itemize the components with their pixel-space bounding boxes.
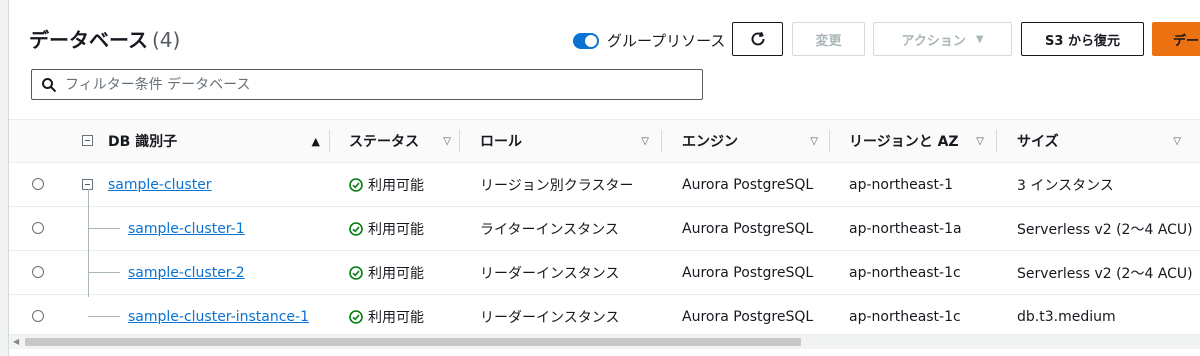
restore-from-s3-button[interactable]: S3 から復元 — [1021, 22, 1144, 56]
collapse-all-icon[interactable] — [82, 135, 93, 146]
search-input[interactable] — [63, 75, 702, 94]
column-label: ロール — [480, 134, 522, 150]
db-identifier-cell: sample-cluster-2 — [128, 251, 245, 294]
column-label: DB 識別子 — [108, 134, 178, 150]
actions-label: アクション — [901, 33, 966, 49]
role-cell: リージョン別クラスター — [480, 177, 634, 194]
region-cell: ap-northeast-1c — [849, 308, 961, 325]
column-label: ステータス — [349, 134, 419, 150]
db-identifier-link[interactable]: sample-cluster-2 — [128, 265, 245, 281]
size-cell: Serverless v2 (2～4 ACU) — [1017, 265, 1193, 282]
table-row[interactable]: sample-cluster-1 利用可能 ライターインスタンス Aurora … — [9, 207, 1200, 251]
sort-icon: ▽ — [1173, 135, 1181, 147]
status-text: 利用可能 — [368, 177, 424, 194]
column-status[interactable]: ステータス ▽ — [349, 120, 459, 162]
db-identifier-link[interactable]: sample-cluster — [108, 177, 212, 193]
db-identifier-link[interactable]: sample-cluster-instance-1 — [128, 309, 309, 325]
status-cell: 利用可能 — [349, 207, 424, 250]
caret-down-icon: ▼ — [975, 33, 984, 45]
horizontal-scrollbar[interactable]: ◀ — [9, 334, 1200, 349]
modify-button[interactable]: 変更 — [792, 22, 865, 56]
engine-cell: Aurora PostgreSQL — [682, 308, 814, 325]
engine-cell: Aurora PostgreSQL — [682, 176, 814, 193]
status-cell: 利用可能 — [349, 295, 424, 338]
column-role[interactable]: ロール ▽ — [480, 120, 657, 162]
role-cell: ライターインスタンス — [480, 221, 619, 238]
databases-table: DB 識別子 ▲ ステータス ▽ ロール ▽ エンジン ▽ リージョンと AZ … — [9, 119, 1200, 339]
db-identifier-link[interactable]: sample-cluster-1 — [128, 221, 245, 237]
status-text: 利用可能 — [368, 265, 424, 282]
column-size[interactable]: サイズ ▽ — [1017, 120, 1189, 162]
check-circle-icon — [349, 265, 363, 280]
databases-panel: データベース (4) グループリソース 変更 アクション ▼ S3 から復元 デー — [8, 0, 1200, 356]
status-cell: 利用可能 — [349, 163, 424, 206]
column-db-identifier[interactable]: DB 識別子 ▲ — [108, 120, 328, 162]
sort-ascending-icon: ▲ — [311, 134, 320, 148]
column-divider[interactable] — [829, 130, 830, 152]
check-circle-icon — [349, 309, 363, 324]
tree-connector — [88, 272, 120, 273]
group-resources-label: グループリソース — [607, 32, 726, 50]
column-engine[interactable]: エンジン ▽ — [682, 120, 826, 162]
column-label: サイズ — [1017, 134, 1059, 150]
toggle-switch[interactable] — [573, 32, 599, 49]
row-select-radio[interactable] — [32, 222, 44, 234]
restore-label: S3 から復元 — [1045, 33, 1120, 49]
engine-cell: Aurora PostgreSQL — [682, 220, 814, 237]
database-count: (4) — [152, 28, 181, 52]
tree-line — [88, 189, 89, 297]
size-cell: db.t3.medium — [1017, 308, 1116, 325]
page-title-text: データベース — [29, 28, 148, 52]
column-divider[interactable] — [459, 130, 460, 152]
refresh-button[interactable] — [732, 22, 783, 56]
create-database-button[interactable]: デー — [1152, 22, 1200, 56]
column-region-az[interactable]: リージョンと AZ ▽ — [849, 120, 992, 162]
region-cell: ap-northeast-1c — [849, 264, 961, 281]
column-label: リージョンと AZ — [849, 134, 959, 150]
check-circle-icon — [349, 177, 363, 192]
role-cell: リーダーインスタンス — [480, 265, 620, 282]
db-identifier-cell: sample-cluster-1 — [128, 207, 245, 250]
column-divider[interactable] — [996, 130, 997, 152]
create-label: デー — [1173, 33, 1200, 49]
db-identifier-cell: sample-cluster-instance-1 — [128, 295, 309, 338]
row-select-radio[interactable] — [32, 266, 44, 278]
size-cell: 3 インスタンス — [1017, 177, 1114, 194]
scroll-left-arrow-icon[interactable]: ◀ — [13, 337, 19, 346]
column-divider[interactable] — [329, 130, 330, 152]
sort-icon: ▽ — [641, 135, 649, 147]
row-select-radio[interactable] — [32, 178, 44, 190]
region-cell: ap-northeast-1a — [849, 220, 962, 237]
db-identifier-cell: sample-cluster — [108, 163, 212, 206]
sort-icon: ▽ — [976, 135, 984, 147]
actions-dropdown[interactable]: アクション ▼ — [873, 22, 1012, 56]
tree-connector — [88, 316, 120, 317]
refresh-icon — [751, 31, 764, 46]
scrollbar-thumb[interactable] — [25, 338, 801, 346]
engine-cell: Aurora PostgreSQL — [682, 264, 814, 281]
search-icon — [42, 77, 57, 92]
table-row[interactable]: sample-cluster 利用可能 リージョン別クラスター Aurora P… — [9, 163, 1200, 207]
status-text: 利用可能 — [368, 309, 424, 326]
tree-connector — [88, 228, 120, 229]
row-select-radio[interactable] — [32, 310, 44, 322]
status-text: 利用可能 — [368, 221, 424, 238]
table-header: DB 識別子 ▲ ステータス ▽ ロール ▽ エンジン ▽ リージョンと AZ … — [9, 119, 1200, 163]
table-row[interactable]: sample-cluster-2 利用可能 リーダーインスタンス Aurora … — [9, 251, 1200, 295]
sort-icon: ▽ — [810, 135, 818, 147]
check-circle-icon — [349, 221, 363, 236]
status-cell: 利用可能 — [349, 251, 424, 294]
region-cell: ap-northeast-1 — [849, 176, 954, 193]
modify-label: 変更 — [815, 33, 842, 49]
page-title: データベース (4) — [29, 24, 180, 53]
size-cell: Serverless v2 (2～4 ACU) — [1017, 221, 1193, 238]
column-label: エンジン — [682, 134, 738, 150]
role-cell: リーダーインスタンス — [480, 309, 620, 326]
table-row[interactable]: sample-cluster-instance-1 利用可能 リーダーインスタン… — [9, 295, 1200, 339]
column-divider[interactable] — [661, 130, 662, 152]
group-resources-toggle[interactable]: グループリソース — [573, 30, 725, 51]
sort-icon: ▽ — [443, 135, 451, 147]
filter-search-box[interactable] — [31, 69, 703, 100]
